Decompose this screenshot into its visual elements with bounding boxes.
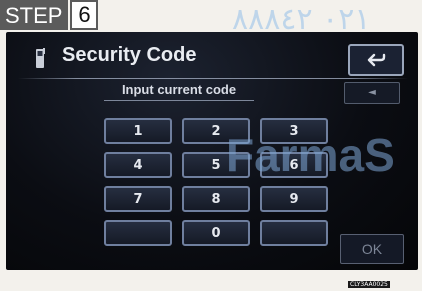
key-0[interactable]: 0 bbox=[182, 220, 250, 246]
ok-button[interactable]: OK bbox=[340, 234, 404, 264]
header-divider bbox=[18, 78, 408, 79]
page-title: Security Code bbox=[62, 44, 197, 66]
step-label: STEP bbox=[0, 0, 69, 30]
phone-icon bbox=[36, 48, 45, 68]
step-number: 6 bbox=[70, 0, 99, 30]
step-badge: STEP 6 bbox=[0, 0, 99, 30]
key-8[interactable]: 8 bbox=[182, 186, 250, 212]
key-4[interactable]: 4 bbox=[104, 152, 172, 178]
input-prompt: Input current code bbox=[104, 80, 254, 101]
key-blank-right bbox=[260, 220, 328, 246]
watermark-middle: FarmaS bbox=[226, 129, 395, 181]
figure-frame: STEP 6 ٠٢١ ٨٨٨٤٢ Security Code Input cur… bbox=[0, 0, 422, 291]
figure-code: CLY3AA0025 bbox=[348, 281, 390, 288]
delete-button[interactable]: ◄ bbox=[344, 82, 400, 104]
return-arrow-icon bbox=[367, 53, 386, 67]
key-blank-left bbox=[104, 220, 172, 246]
key-9[interactable]: 9 bbox=[260, 186, 328, 212]
key-1[interactable]: 1 bbox=[104, 118, 172, 144]
back-button[interactable] bbox=[348, 44, 404, 76]
key-7[interactable]: 7 bbox=[104, 186, 172, 212]
